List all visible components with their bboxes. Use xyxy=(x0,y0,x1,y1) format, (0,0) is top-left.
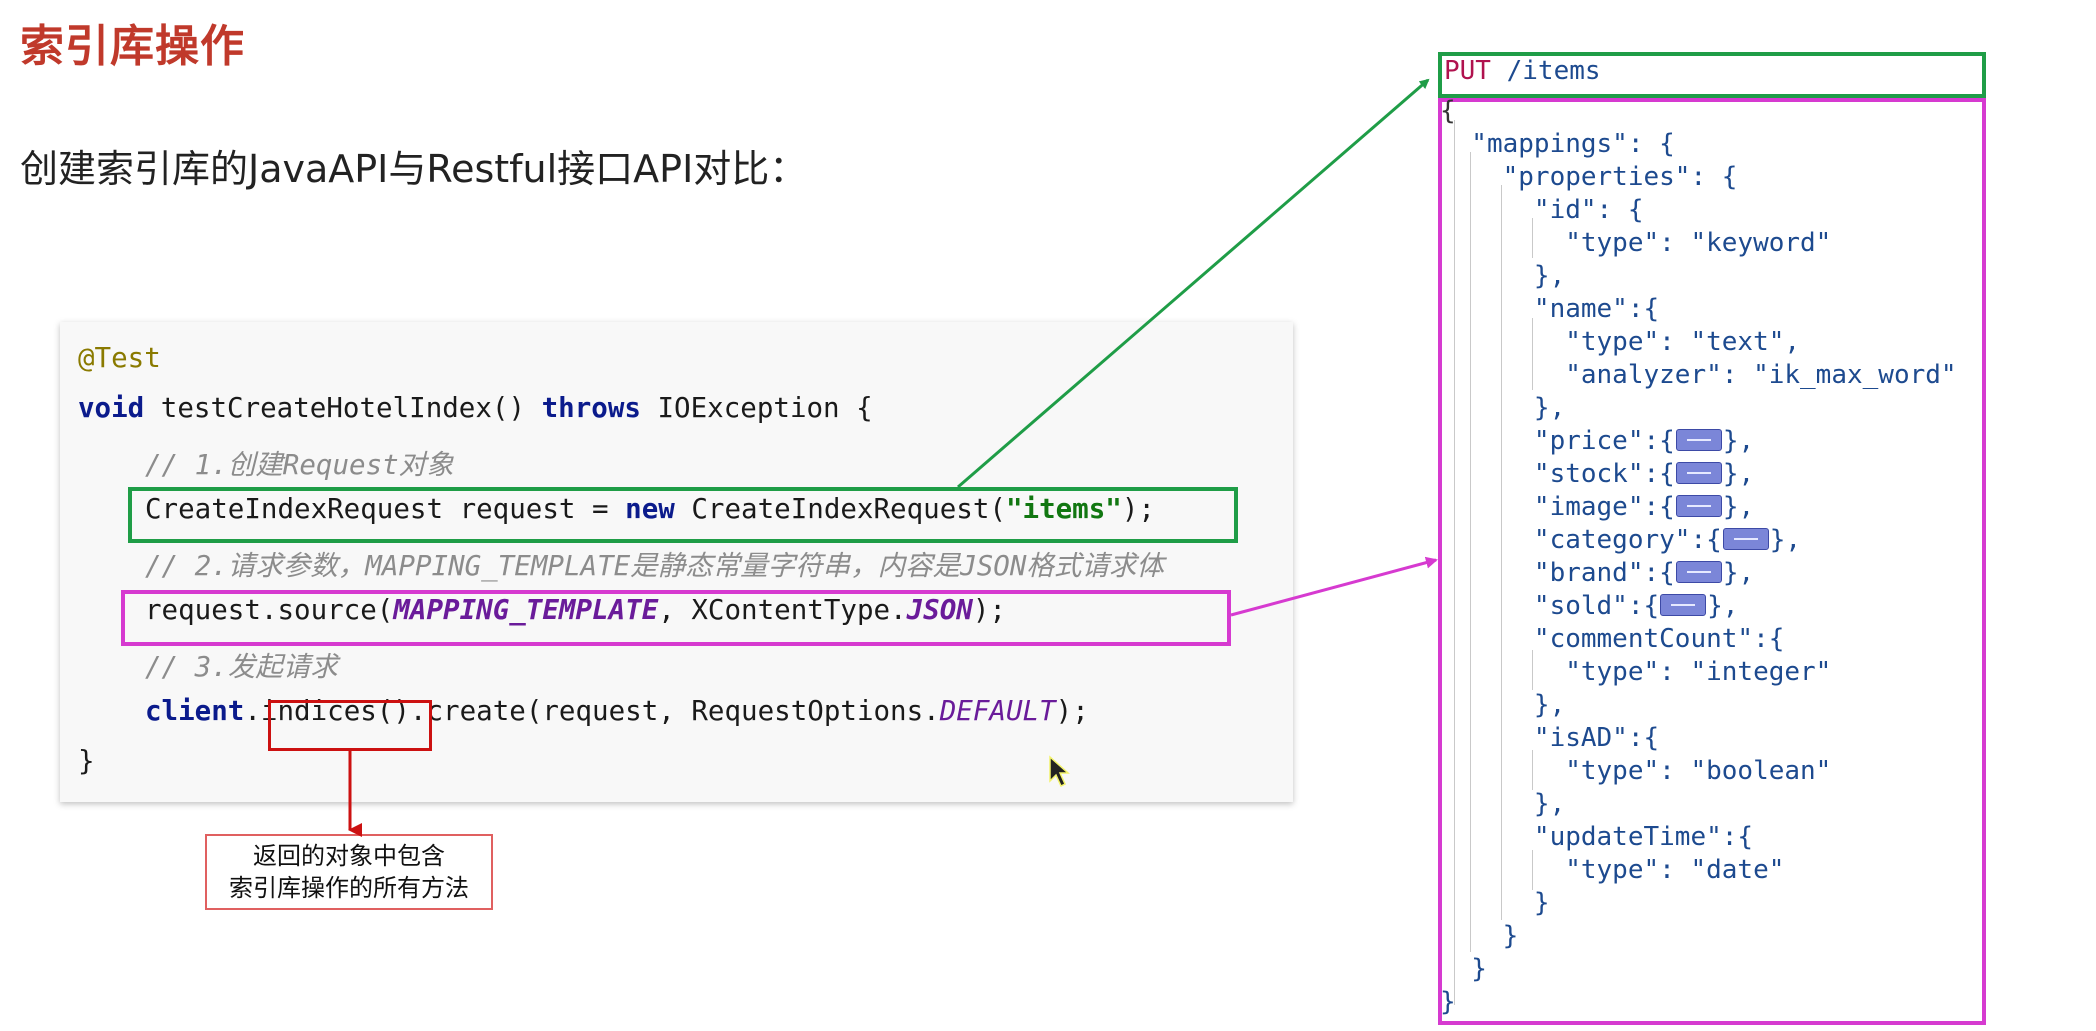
json-line: } xyxy=(1440,888,1550,918)
json-line: "type": "text", xyxy=(1440,327,1801,357)
code-comment-2: // 2.请求参数，MAPPING_TEMPLATE是静态常量字符串，内容是JS… xyxy=(145,550,1164,582)
json-line: "isAD":{ xyxy=(1440,723,1660,753)
fold-placeholder-icon[interactable] xyxy=(1660,593,1707,616)
fold-placeholder-icon[interactable] xyxy=(1722,527,1769,550)
json-line: } xyxy=(1440,987,1456,1017)
highlight-request-source-box xyxy=(121,590,1231,646)
json-line: "type": "date" xyxy=(1440,855,1785,885)
java-code-block: @Test void testCreateHotelIndex() throws… xyxy=(60,322,1293,802)
json-line: }, xyxy=(1440,690,1566,720)
fold-placeholder-icon[interactable] xyxy=(1675,461,1722,484)
json-line: "type": "keyword" xyxy=(1440,228,1832,258)
rest-request-line: PUT /items xyxy=(1444,56,1601,86)
json-line-folded[interactable]: "sold":{}, xyxy=(1440,591,1739,621)
page-title: 索引库操作 xyxy=(20,21,245,72)
json-line: }, xyxy=(1440,393,1566,423)
json-line: "analyzer": "ik_max_word" xyxy=(1440,360,1957,390)
json-line: { xyxy=(1440,96,1456,126)
json-line: "commentCount":{ xyxy=(1440,624,1785,654)
json-line: "properties": { xyxy=(1440,162,1738,192)
json-line-folded[interactable]: "category":{}, xyxy=(1440,525,1801,555)
code-line-annotation: @Test xyxy=(78,342,161,374)
code-line-closing: } xyxy=(78,745,95,777)
fold-placeholder-icon[interactable] xyxy=(1675,560,1722,583)
code-line-signature: void testCreateHotelIndex() throws IOExc… xyxy=(78,392,873,424)
fold-placeholder-icon[interactable] xyxy=(1675,494,1722,517)
json-line-folded[interactable]: "image":{}, xyxy=(1440,492,1754,522)
page-subtitle: 创建索引库的JavaAPI与Restful接口API对比： xyxy=(20,147,808,191)
json-line: "type": "boolean" xyxy=(1440,756,1832,786)
indices-explanation-callout: 返回的对象中包含 索引库操作的所有方法 xyxy=(205,834,493,910)
json-line: }, xyxy=(1440,261,1566,291)
json-line: "type": "integer" xyxy=(1440,657,1832,687)
code-comment-1: // 1.创建Request对象 xyxy=(145,449,454,481)
json-line-folded[interactable]: "brand":{}, xyxy=(1440,558,1754,588)
json-line: "mappings": { xyxy=(1440,129,1675,159)
json-line: } xyxy=(1440,921,1519,951)
highlight-create-request-box xyxy=(128,487,1238,543)
json-line: "updateTime":{ xyxy=(1440,822,1754,852)
highlight-indices-box xyxy=(268,700,432,751)
code-comment-3: // 3.发起请求 xyxy=(145,651,338,683)
json-line-folded[interactable]: "stock":{}, xyxy=(1440,459,1754,489)
json-line-folded[interactable]: "price":{}, xyxy=(1440,426,1754,456)
json-line: "id": { xyxy=(1440,195,1644,225)
json-line: } xyxy=(1440,954,1487,984)
json-line: "name":{ xyxy=(1440,294,1660,324)
fold-placeholder-icon[interactable] xyxy=(1675,428,1722,451)
json-line: }, xyxy=(1440,789,1566,819)
